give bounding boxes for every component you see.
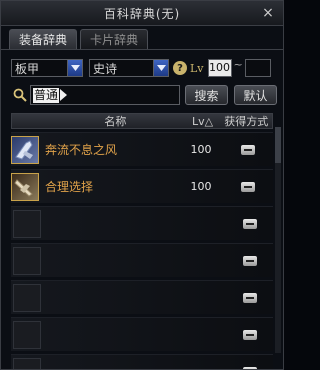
- table-row[interactable]: 合理选择 100: [11, 169, 273, 203]
- table-scrollbar[interactable]: [275, 127, 281, 353]
- column-header-level[interactable]: Lv△: [185, 115, 221, 128]
- scrollbar-thumb[interactable]: [275, 127, 281, 163]
- level-label: Lv: [190, 61, 204, 75]
- source-minus-button[interactable]: [243, 329, 257, 340]
- tab-divider: [1, 49, 283, 50]
- category-select[interactable]: 板甲: [11, 59, 83, 77]
- search-button[interactable]: 搜索: [185, 85, 228, 105]
- table-row[interactable]: [11, 317, 273, 351]
- empty-item-slot: [13, 209, 41, 238]
- item-table: 名称 Lv△ 获得方式 奔流不息之风 100 合理选择 100: [11, 113, 273, 369]
- table-row[interactable]: 奔流不息之风 100: [11, 132, 273, 166]
- chevron-down-icon[interactable]: [153, 60, 168, 76]
- category-select-value: 板甲: [15, 61, 40, 76]
- table-row[interactable]: [11, 243, 273, 277]
- source-minus-button[interactable]: [241, 181, 255, 192]
- default-button[interactable]: 默认: [234, 85, 277, 105]
- armor-item-icon: [11, 172, 39, 201]
- source-minus-button[interactable]: [243, 255, 257, 266]
- close-icon[interactable]: ×: [260, 5, 276, 21]
- source-minus-button[interactable]: [243, 366, 257, 369]
- help-icon[interactable]: ?: [173, 61, 187, 75]
- chevron-down-icon[interactable]: [67, 60, 82, 76]
- item-name: 奔流不息之风: [45, 143, 118, 157]
- search-row: 普通 搜索 默认: [13, 85, 277, 105]
- tab-bar: 装备辞典 卡片辞典: [9, 29, 149, 49]
- column-header-name[interactable]: 名称: [12, 113, 185, 129]
- tab-equipment-dictionary[interactable]: 装备辞典: [9, 29, 78, 49]
- item-name: 合理选择: [45, 180, 94, 194]
- title-bar[interactable]: 百科辞典(无) ×: [1, 1, 283, 26]
- armor-item-icon: [11, 135, 39, 164]
- rarity-select[interactable]: 史诗: [89, 59, 169, 77]
- search-input[interactable]: 普通: [30, 85, 180, 105]
- item-level: 100: [190, 143, 212, 156]
- empty-item-slot: [13, 357, 41, 369]
- table-row[interactable]: [11, 206, 273, 240]
- search-input-value: 普通: [33, 87, 60, 103]
- tab-card-dictionary[interactable]: 卡片辞典: [80, 29, 149, 49]
- window-title: 百科辞典(无): [103, 6, 181, 21]
- empty-item-slot: [13, 320, 41, 349]
- empty-item-slot: [13, 283, 41, 312]
- level-min-input[interactable]: 100: [207, 59, 232, 77]
- level-range-separator: ~: [233, 58, 243, 71]
- item-level: 100: [190, 180, 212, 193]
- column-header-source[interactable]: 获得方式: [220, 113, 272, 129]
- filter-row: 板甲 史诗 ? Lv 100 ~: [11, 59, 271, 77]
- table-row[interactable]: [11, 354, 273, 369]
- table-header: 名称 Lv△ 获得方式: [11, 113, 273, 129]
- source-minus-button[interactable]: [243, 218, 257, 229]
- source-minus-button[interactable]: [241, 144, 255, 155]
- search-icon: [13, 88, 27, 102]
- table-row[interactable]: [11, 280, 273, 314]
- cursor-arrow-icon: [60, 89, 68, 101]
- rarity-select-value: 史诗: [93, 61, 118, 76]
- encyclopedia-window: 百科辞典(无) × 装备辞典 卡片辞典 板甲 史诗 ? Lv 100 ~ 普通 …: [0, 0, 284, 370]
- level-max-input[interactable]: [244, 59, 271, 77]
- empty-item-slot: [13, 246, 41, 275]
- source-minus-button[interactable]: [243, 292, 257, 303]
